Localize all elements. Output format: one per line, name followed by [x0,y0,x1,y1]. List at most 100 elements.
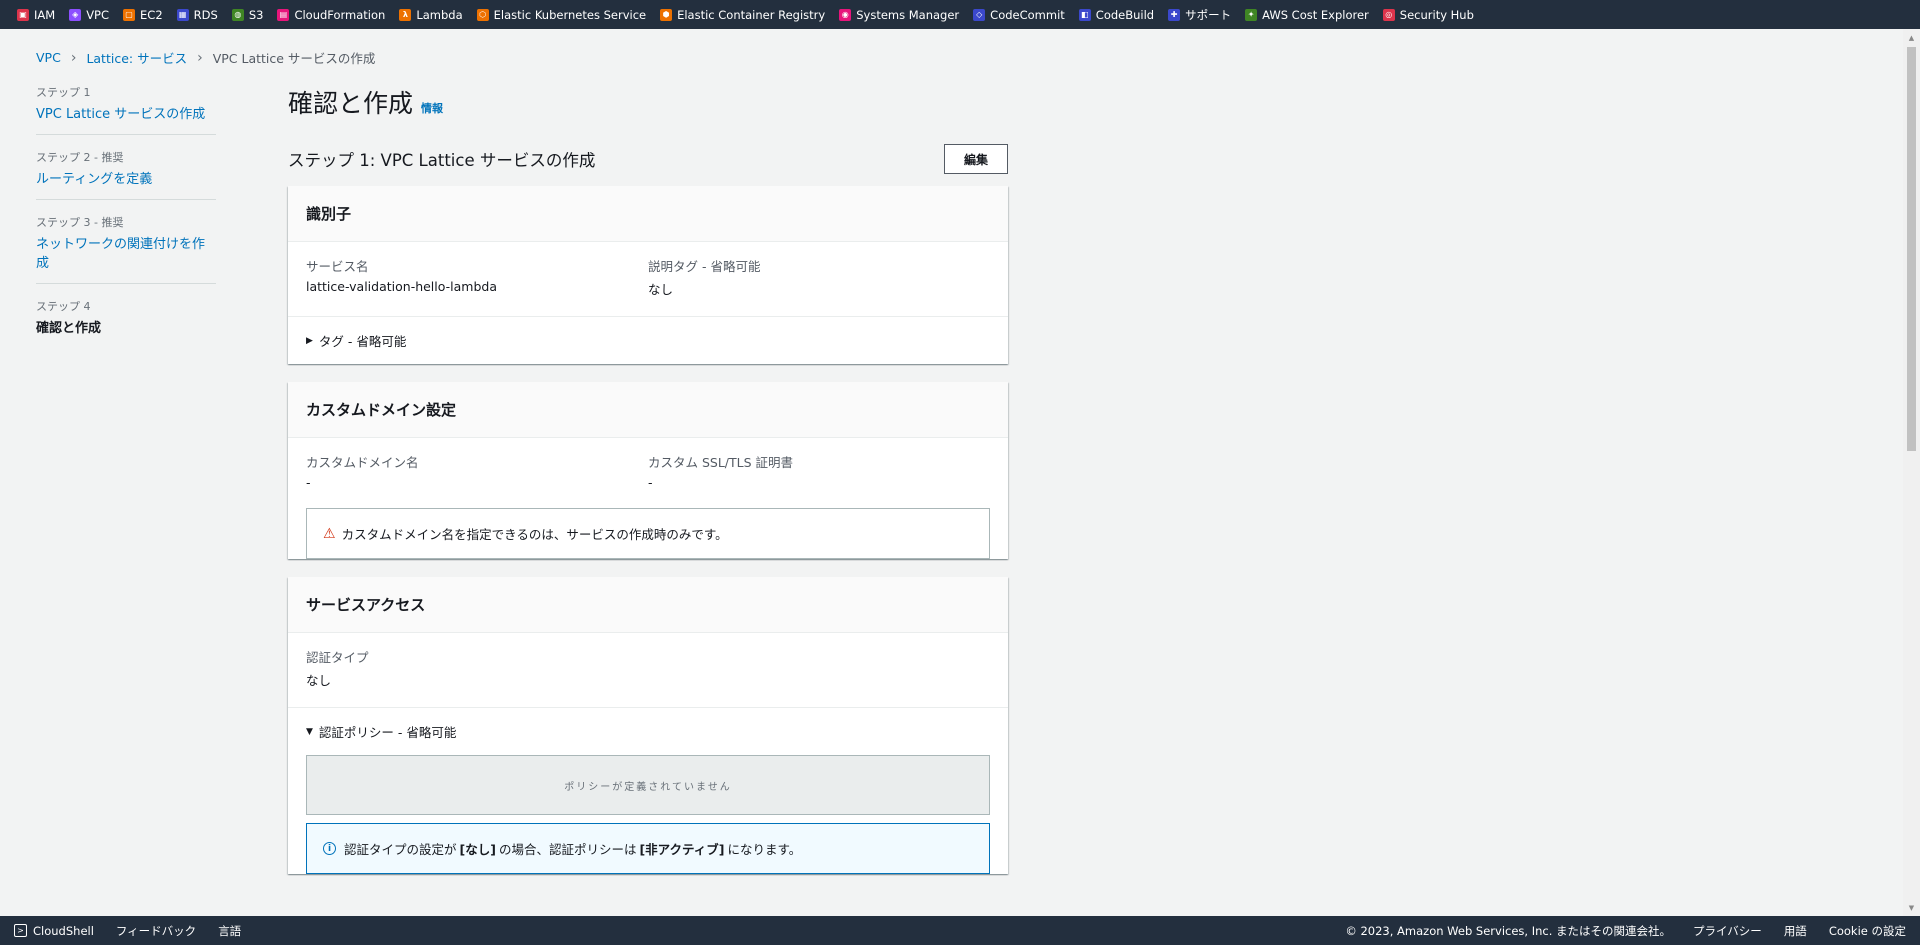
favorite-support[interactable]: ✚ サポート [1168,7,1231,23]
auth-policy-expander[interactable]: ▼ 認証ポリシー - 省略可能 [288,708,1008,755]
info-link[interactable]: 情報 [421,100,443,116]
support-icon: ✚ [1168,8,1181,21]
breadcrumb: VPC › Lattice: サービス › VPC Lattice サービスの作… [36,48,375,67]
favorite-codebuild[interactable]: ◧ CodeBuild [1078,7,1155,22]
card-header: サービスアクセス [288,577,1008,633]
favorite-cloudformation[interactable]: ▤ CloudFormation [277,8,385,22]
ec2-icon: ▢ [123,8,136,21]
favorite-label: EC2 [140,7,163,22]
iam-icon: ▣ [17,8,29,21]
info-alert: i 認証タイプの設定が [なし] の場合、認証ポリシーは [非アクティブ] にな… [306,823,990,874]
field-label: カスタム SSL/TLS 証明書 [648,455,794,470]
favorite-label: RDS [193,7,218,22]
feedback-link[interactable]: フィードバック [116,923,196,939]
tags-expander[interactable]: ▶ タグ - 省略可能 [288,317,1008,364]
favorite-codecommit[interactable]: ◇ CodeCommit [973,8,1065,22]
caret-right-icon: ▶ [306,335,313,346]
chevron-right-icon: › [70,49,77,66]
wizard-step-2: ステップ 2 - 推奨 ルーティングを定義 [36,149,216,200]
privacy-link[interactable]: プライバシー [1693,923,1762,939]
ecr-icon: ⬢ [660,8,673,21]
favorite-label: CodeBuild [1095,7,1155,22]
step-link-network-association[interactable]: ネットワークの関連付けを作成 [36,233,216,271]
identifier-card: 識別子 サービス名 lattice-validation-hello-lambd… [288,186,1008,364]
favorite-label: Elastic Container Registry [677,7,826,22]
certificate-field: カスタム SSL/TLS 証明書 - [648,452,990,490]
vertical-scrollbar[interactable]: ▲ ▼ [1903,29,1920,916]
favorite-iam[interactable]: ▣ IAM [17,8,55,22]
favorite-s3[interactable]: ◍ S3 [231,8,263,22]
wizard-step-1: ステップ 1 VPC Lattice サービスの作成 [36,84,216,135]
favorite-ec2[interactable]: ▢ EC2 [123,8,163,22]
service-access-card: サービスアクセス 認証タイプ なし ▼ 認証ポリシー - 省略可能 ポリシーが定… [288,577,1008,874]
card-header: 識別子 [288,186,1008,242]
favorite-label: Elastic Kubernetes Service [493,7,647,22]
favorite-label: AWS Cost Explorer [1262,7,1369,22]
info-icon: i [323,842,336,855]
service-access-values: 認証タイプ なし [288,633,1008,707]
edit-button[interactable]: 編集 [944,144,1008,174]
auth-type-field: 認証タイプ なし [306,647,657,689]
info-text-none: [なし] [459,842,496,857]
breadcrumb-vpc[interactable]: VPC [36,50,61,65]
service-name-field: サービス名 lattice-validation-hello-lambda [306,256,648,298]
expander-label: タグ - 省略可能 [318,334,407,349]
field-value: なし [648,282,674,297]
cloudshell-button[interactable]: > CloudShell [14,924,94,938]
step-current-review: 確認と作成 [36,321,102,336]
chevron-right-icon: › [197,49,203,66]
favorite-vpc[interactable]: ◈ VPC [69,8,109,22]
warning-icon: ⚠ [323,525,336,542]
caret-down-icon: ▼ [306,726,313,737]
console-footer: > CloudShell フィードバック 言語 © 2023, Amazon W… [0,916,1920,945]
favorite-label: Security Hub [1399,7,1474,22]
codebuild-icon: ◧ [1078,8,1091,21]
policy-empty-text: ポリシーが定義されていません [564,781,732,793]
s3-icon: ◍ [231,8,244,21]
scroll-down-arrow-icon[interactable]: ▼ [1903,899,1920,916]
field-label: カスタムドメイン名 [306,455,419,470]
terms-link[interactable]: 用語 [1784,923,1807,939]
systems-manager-icon: ◉ [839,8,852,21]
card-title: サービスアクセス [306,596,426,614]
language-link[interactable]: 言語 [218,923,241,939]
favorite-rds[interactable]: ▦ RDS [176,7,218,22]
page-title: 確認と作成 [288,89,414,118]
cookie-settings-link[interactable]: Cookie の設定 [1829,923,1906,939]
favorite-lambda[interactable]: λ Lambda [399,7,463,22]
favorite-ecr[interactable]: ⬢ Elastic Container Registry [660,8,825,22]
favorites-bar: ▣ IAM ◈ VPC ▢ EC2 ▦ RDS ◍ S3 ▤ CloudFormation … [0,0,1920,29]
field-label: サービス名 [306,259,369,274]
favorite-label: Lambda [416,7,463,22]
step-link-define-routing[interactable]: ルーティングを定義 [36,168,216,187]
step-link-create-service[interactable]: VPC Lattice サービスの作成 [36,103,216,122]
scrollbar-thumb[interactable] [1907,47,1916,451]
copyright-text: © 2023, Amazon Web Services, Inc. またはその関… [1345,923,1672,938]
breadcrumb-lattice-services[interactable]: Lattice: サービス [86,48,187,67]
cloudformation-icon: ▤ [277,8,290,21]
favorite-security-hub[interactable]: ◎ Security Hub [1382,7,1474,22]
footer-right: © 2023, Amazon Web Services, Inc. またはその関… [1323,923,1920,939]
warning-alert: ⚠ カスタムドメイン名を指定できるのは、サービスの作成時のみです。 [306,508,990,559]
info-text-post: になります。 [727,842,802,857]
eks-icon: ⬡ [476,8,489,21]
page-header: 確認と作成 情報 [288,84,1008,120]
info-text-mid: の場合、認証ポリシーは [498,842,637,857]
favorite-label: IAM [34,7,56,22]
cloudshell-label: CloudShell [33,923,94,938]
favorite-label: CodeCommit [990,7,1065,22]
step-number: ステップ 4 [36,300,91,313]
scroll-up-arrow-icon[interactable]: ▲ [1903,29,1920,46]
security-hub-icon: ◎ [1382,8,1395,21]
step1-title: ステップ 1: VPC Lattice サービスの作成 [288,151,596,170]
info-text-pre: 認証タイプの設定が [344,842,457,857]
favorite-eks[interactable]: ⬡ Elastic Kubernetes Service [476,7,647,22]
field-label: 認証タイプ [306,650,369,665]
expander-label: 認証ポリシー - 省略可能 [318,725,457,740]
favorite-cost-explorer[interactable]: ✦ AWS Cost Explorer [1245,8,1369,22]
step-number: ステップ 2 - 推奨 [36,151,124,164]
vpc-icon: ◈ [69,8,82,21]
step1-header: ステップ 1: VPC Lattice サービスの作成 編集 [288,144,1008,174]
favorite-systems-manager[interactable]: ◉ Systems Manager [839,8,959,22]
favorite-label: CloudFormation [294,7,386,22]
